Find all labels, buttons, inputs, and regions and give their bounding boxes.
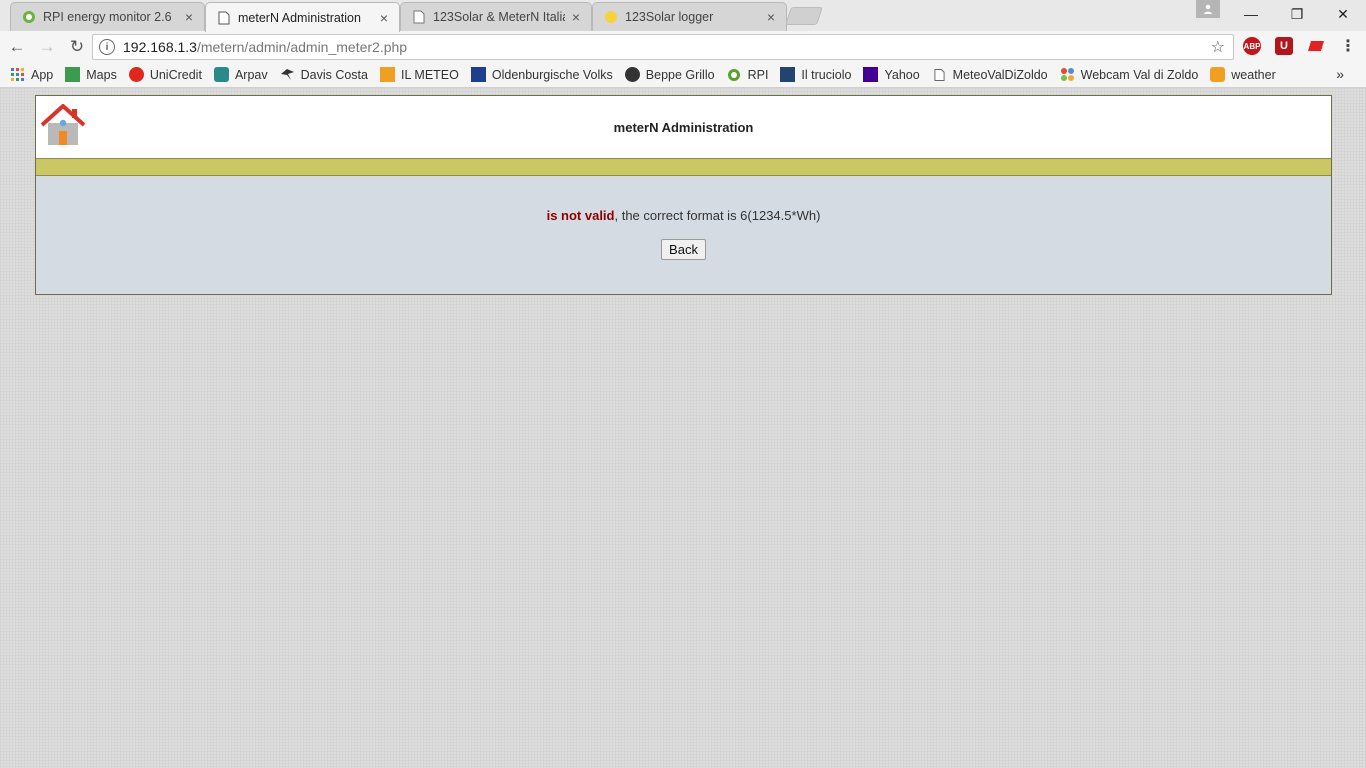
bookmark-label: Il truciolo bbox=[801, 67, 852, 82]
page-icon bbox=[411, 9, 427, 25]
unicredit-icon bbox=[128, 67, 144, 82]
bookmark-beppe-grillo[interactable]: Beppe Grillo bbox=[624, 67, 715, 82]
bookmark-label: Webcam Val di Zoldo bbox=[1080, 67, 1199, 82]
arpav-icon bbox=[213, 67, 229, 82]
bookmark-label: UniCredit bbox=[149, 67, 202, 82]
admin-panel: meterN Administration is not valid, the … bbox=[35, 95, 1332, 295]
bookmark-il-meteo[interactable]: IL METEO bbox=[379, 67, 459, 82]
bookmark-oldenburgische-volks[interactable]: Oldenburgische Volks bbox=[470, 67, 613, 82]
bookmark-meteovaldizoldo[interactable]: MeteoValDiZoldo bbox=[932, 67, 1048, 82]
url-path: /metern/admin/admin_meter2.php bbox=[196, 39, 408, 55]
bookmark-star-icon[interactable]: ☆ bbox=[1211, 37, 1225, 57]
address-bar[interactable]: i 192.168.1.3/metern/admin/admin_meter2.… bbox=[92, 34, 1234, 60]
bookmark-webcam-val-di-zoldo[interactable]: Webcam Val di Zoldo bbox=[1060, 67, 1199, 82]
bookmark-label: IL METEO bbox=[400, 67, 459, 82]
tab-close-icon[interactable]: × bbox=[377, 10, 391, 26]
bookmark-label: Davis Costa bbox=[300, 67, 368, 82]
joomla-icon bbox=[1060, 67, 1075, 82]
maps-icon bbox=[65, 67, 81, 82]
rpi-leaf-icon bbox=[21, 9, 37, 25]
bookmark-label: Oldenburgische Volks bbox=[491, 67, 613, 82]
sun-icon bbox=[603, 9, 619, 25]
amazon-a-icon bbox=[1210, 67, 1226, 82]
ilmeteo-icon bbox=[379, 67, 395, 82]
minimize-icon[interactable]: — bbox=[1228, 0, 1274, 28]
tab-close-icon[interactable]: × bbox=[182, 9, 196, 25]
bookmark-davis-costa[interactable]: Davis Costa bbox=[280, 67, 368, 82]
ublock-icon[interactable]: U bbox=[1275, 37, 1293, 55]
bank-icon bbox=[470, 67, 486, 82]
back-button[interactable]: Back bbox=[661, 239, 706, 260]
tab-close-icon[interactable]: × bbox=[764, 9, 778, 25]
new-tab-button[interactable] bbox=[785, 7, 823, 25]
bookmark-label: Beppe Grillo bbox=[645, 67, 715, 82]
yahoo-icon bbox=[863, 67, 879, 82]
close-window-icon[interactable]: ✕ bbox=[1320, 0, 1366, 28]
tab-strip: RPI energy monitor 2.6 × meterN Administ… bbox=[0, 0, 1366, 32]
site-info-icon[interactable]: i bbox=[99, 39, 115, 55]
truciolo-icon bbox=[780, 67, 796, 82]
bookmark-yahoo[interactable]: Yahoo bbox=[863, 67, 920, 82]
bookmark-label: App bbox=[31, 67, 54, 82]
bookmark-label: Arpav bbox=[234, 67, 268, 82]
page-icon bbox=[216, 10, 232, 26]
tab-123solar-metern-italia[interactable]: 123Solar & MeterN Italia × bbox=[400, 2, 592, 31]
tab-rpi-energy-monitor[interactable]: RPI energy monitor 2.6 × bbox=[10, 2, 205, 31]
rpi-leaf-icon bbox=[727, 67, 742, 82]
message-area: is not valid, the correct format is 6(12… bbox=[36, 176, 1331, 260]
bookmark-il-truciolo[interactable]: Il truciolo bbox=[780, 67, 851, 82]
window-controls: — ❐ ✕ bbox=[1228, 0, 1366, 28]
tab-title: RPI energy monitor 2.6 bbox=[43, 10, 172, 24]
tab-metern-administration[interactable]: meterN Administration × bbox=[205, 2, 400, 32]
bookmark-label: RPI bbox=[747, 67, 769, 82]
bookmark-label: weather bbox=[1231, 67, 1276, 82]
forward-arrow-icon[interactable]: → bbox=[34, 34, 60, 60]
bookmark-label: MeteoValDiZoldo bbox=[952, 67, 1048, 82]
bookmarks-bar: App Maps UniCredit Arpav Davis Costa IL … bbox=[0, 62, 1366, 88]
tab-123solar-logger[interactable]: 123Solar logger × bbox=[592, 2, 787, 31]
menu-icon[interactable]: ⋮ bbox=[1339, 37, 1357, 55]
bookmark-weather[interactable]: weather bbox=[1210, 67, 1276, 82]
bookmark-label: Maps bbox=[86, 67, 117, 82]
davis-icon bbox=[280, 67, 295, 82]
tab-title: 123Solar & MeterN Italia bbox=[433, 10, 565, 24]
bookmark-unicredit[interactable]: UniCredit bbox=[128, 67, 202, 82]
bookmark-arpav[interactable]: Arpav bbox=[213, 67, 268, 82]
error-strong-text: is not valid bbox=[546, 208, 615, 223]
error-message: is not valid, the correct format is 6(12… bbox=[36, 208, 1331, 223]
back-arrow-icon[interactable]: ← bbox=[4, 34, 30, 60]
restore-icon[interactable]: ❐ bbox=[1274, 0, 1320, 28]
bookmark-rpi[interactable]: RPI bbox=[727, 67, 769, 82]
page-icon bbox=[932, 67, 947, 82]
bookmarks-more-icon[interactable]: » bbox=[1336, 66, 1344, 82]
bookmark-label: Yahoo bbox=[884, 67, 920, 82]
reload-icon[interactable]: ↻ bbox=[64, 34, 90, 60]
apps-grid-icon bbox=[10, 67, 25, 82]
bookmark-app[interactable]: App bbox=[10, 67, 53, 82]
page-viewport: meterN Administration is not valid, the … bbox=[0, 88, 1366, 768]
admin-header: meterN Administration bbox=[36, 96, 1331, 159]
profile-icon[interactable] bbox=[1196, 0, 1220, 18]
tab-title: 123Solar logger bbox=[625, 10, 714, 24]
accent-bar bbox=[36, 159, 1331, 176]
red-extension-icon[interactable] bbox=[1307, 37, 1325, 55]
page-title: meterN Administration bbox=[613, 120, 754, 135]
error-detail-text: , the correct format is 6(1234.5*Wh) bbox=[614, 208, 821, 223]
adblock-icon[interactable]: ABP bbox=[1243, 37, 1261, 55]
url-host: 192.168.1.3 bbox=[123, 39, 197, 55]
bookmark-maps[interactable]: Maps bbox=[65, 67, 117, 82]
tab-close-icon[interactable]: × bbox=[569, 9, 583, 25]
browser-toolbar: ← → ↻ i 192.168.1.3/metern/admin/admin_m… bbox=[0, 31, 1366, 62]
tab-title: meterN Administration bbox=[238, 10, 361, 25]
grillo-icon bbox=[624, 67, 640, 82]
